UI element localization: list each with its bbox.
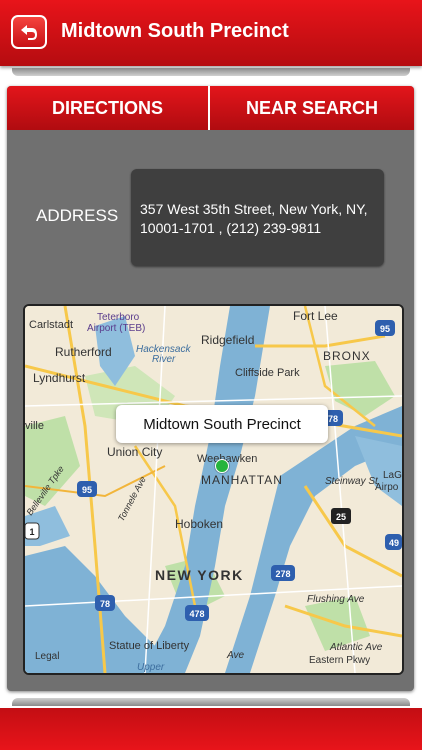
map-label: Airpo [375, 482, 399, 493]
map-callout[interactable]: Midtown South Precinct [116, 405, 328, 443]
map-label: Statue of Liberty [109, 640, 190, 652]
app-header: Midtown South Precinct [0, 0, 422, 66]
map-label: BRONX [323, 349, 371, 363]
app-footer [0, 708, 422, 750]
detail-panel: DIRECTIONS NEAR SEARCH ADDRESS 357 West … [7, 86, 414, 691]
map-label: Ridgefield [201, 333, 254, 347]
map-view[interactable]: Carlstadt Teterboro Airport (TEB) Ruther… [23, 304, 404, 675]
location-pin-icon[interactable] [215, 459, 229, 473]
map-label: Atlantic Ave [329, 642, 383, 653]
map-label: Ave [226, 650, 244, 661]
shield-label: 78 [100, 599, 110, 609]
address-value: 357 West 35th Street, New York, NY, 1000… [140, 201, 368, 236]
page-title: Midtown South Precinct [61, 20, 289, 42]
back-arrow-icon [21, 25, 37, 40]
shield-label: 95 [82, 485, 92, 495]
shield-label: 95 [380, 324, 390, 334]
shield-label: 49 [389, 538, 399, 548]
map-label: LaG [383, 470, 402, 481]
map-label: River [152, 354, 176, 365]
map-label: Carlstadt [29, 319, 73, 331]
header-divider [12, 68, 410, 76]
map-label: Legal [35, 651, 59, 662]
shield-label: 25 [336, 512, 346, 522]
shield-label: 478 [189, 609, 204, 619]
map-label: Airport (TEB) [87, 323, 145, 334]
address-box[interactable]: 357 West 35th Street, New York, NY, 1000… [131, 169, 384, 266]
map-label: Hoboken [175, 517, 223, 531]
map-label: Flushing Ave [307, 594, 365, 605]
map-label: Steinway St [325, 476, 379, 487]
back-button[interactable] [11, 15, 47, 49]
address-label: ADDRESS [36, 206, 119, 225]
footer-divider [12, 698, 410, 706]
map-label: Lyndhurst [33, 371, 86, 385]
tab-near-search[interactable]: NEAR SEARCH [210, 86, 414, 130]
tab-directions[interactable]: DIRECTIONS [7, 86, 208, 130]
map-label: Cliffside Park [235, 367, 300, 379]
map-canvas: Carlstadt Teterboro Airport (TEB) Ruther… [25, 306, 402, 673]
map-label: Union City [107, 445, 162, 459]
map-label: Fort Lee [293, 309, 338, 323]
shield-label: 78 [328, 414, 338, 424]
shield-label: 278 [275, 569, 290, 579]
map-label: ville [25, 420, 44, 432]
map-label: NEW YORK [155, 567, 244, 583]
map-label: Teterboro [97, 312, 140, 323]
map-label: Upper [137, 662, 165, 673]
shield-label: 1 [29, 527, 34, 537]
map-label: MANHATTAN [201, 473, 283, 487]
map-label: Rutherford [55, 345, 112, 359]
map-label: Eastern Pkwy [309, 655, 370, 666]
